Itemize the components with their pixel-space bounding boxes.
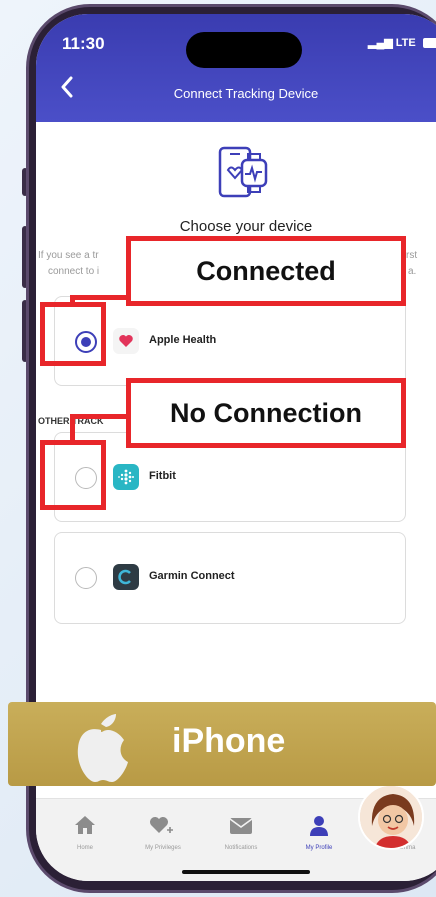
app-header: 11:30 ▂▄▆ LTE Connect Tracking Device (36, 14, 436, 122)
envelope-icon (206, 815, 276, 841)
fitbit-icon (113, 464, 139, 490)
tab-home[interactable]: Home (50, 815, 120, 851)
heart-icon (113, 328, 139, 354)
heart-plus-icon (128, 815, 198, 841)
status-time: 11:30 (62, 34, 105, 53)
device-name: Apple Health (149, 334, 217, 346)
tab-my-privileges[interactable]: My Privileges (128, 815, 198, 851)
description-line2-right: a. (408, 266, 417, 277)
tab-my-profile[interactable]: My Profile (284, 815, 354, 851)
home-indicator (182, 870, 310, 874)
connected-connector (70, 295, 130, 300)
connected-annotation: Connected (126, 236, 406, 306)
radio-garmin[interactable] (75, 567, 97, 589)
avatar[interactable] (358, 784, 424, 850)
page-title: Connect Tracking Device (173, 86, 319, 101)
tab-notifications[interactable]: Notifications (206, 815, 276, 851)
no-connection-connector (70, 414, 130, 419)
devices-icon (218, 146, 268, 198)
description-line1-left: If you see a tr (38, 250, 99, 261)
device-card-garmin[interactable]: Garmin Connect (54, 532, 406, 624)
no-connection-annotation: No Connection (126, 378, 406, 448)
connected-highlight (40, 302, 106, 366)
tab-label: Notifications (224, 845, 258, 851)
banner-text: iPhone (172, 722, 286, 760)
tab-label: My Privileges (145, 845, 181, 851)
home-icon (50, 815, 120, 841)
dynamic-island (186, 32, 302, 68)
description-line1-right: rst (406, 250, 418, 261)
signal-icon: ▂▄▆ (368, 37, 393, 49)
person-icon (284, 815, 354, 841)
device-name: Fitbit (149, 470, 176, 482)
device-card-apple-health[interactable]: Apple Health (54, 296, 406, 386)
garmin-icon (113, 564, 139, 590)
status-icons: ▂▄▆ LTE (368, 36, 436, 49)
battery-icon (422, 38, 436, 49)
iphone-banner: iPhone (8, 702, 436, 786)
tab-label: My Profile (305, 845, 333, 851)
description-line2-left: connect to i (48, 266, 100, 277)
device-name: Garmin Connect (149, 570, 235, 582)
no-connection-highlight (40, 440, 106, 510)
apple-logo-icon (77, 714, 128, 782)
network-label: LTE (395, 37, 416, 49)
tab-label: Home (76, 845, 93, 851)
choose-device-title: Choose your device (179, 218, 313, 235)
